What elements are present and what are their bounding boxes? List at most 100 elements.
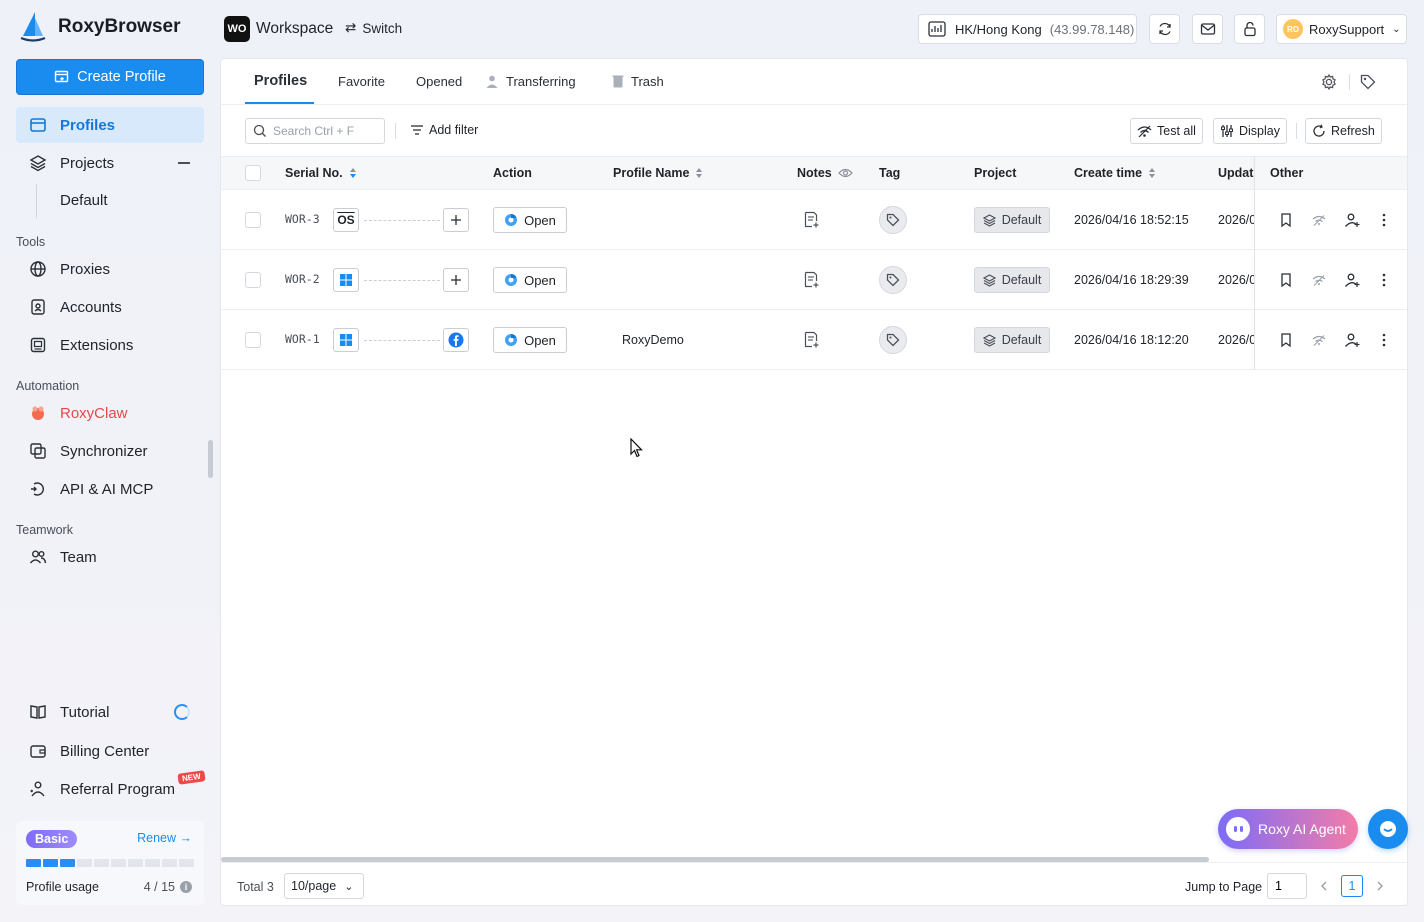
chevron-right-icon[interactable]	[1373, 879, 1387, 893]
search-input[interactable]	[273, 124, 373, 138]
tab-opened[interactable]: Opened	[416, 74, 462, 89]
refresh-button[interactable]: Refresh	[1305, 118, 1382, 144]
sidebar-item-profiles[interactable]: Profiles	[16, 107, 204, 143]
sidebar-item-default-project[interactable]: Default	[60, 192, 108, 209]
sidebar-item-projects[interactable]: Projects	[16, 145, 204, 181]
platform-button[interactable]	[443, 328, 469, 352]
more-vertical-icon[interactable]	[1376, 272, 1392, 288]
sort-icon[interactable]	[695, 167, 703, 179]
roxy-ai-agent-button[interactable]: Roxy AI Agent	[1218, 809, 1358, 849]
sidebar-item-proxies[interactable]: Proxies	[16, 251, 204, 287]
avatar: RO	[1283, 19, 1303, 39]
open-profile-button[interactable]: Open	[493, 207, 567, 233]
sort-icon[interactable]	[349, 167, 357, 179]
user-menu[interactable]: RO RoxySupport ⌄	[1276, 14, 1407, 44]
column-create-time[interactable]: Create time	[1074, 166, 1156, 180]
bookmark-icon[interactable]	[1278, 212, 1294, 228]
sidebar-item-extensions[interactable]: Extensions	[16, 327, 204, 363]
os-indicator[interactable]: OS	[333, 208, 359, 232]
project-badge[interactable]: Default	[974, 267, 1050, 293]
proxy-check-icon[interactable]	[1311, 332, 1327, 348]
platform-button[interactable]	[443, 268, 469, 292]
jump-to-page-label: Jump to Page	[1185, 880, 1263, 894]
assign-user-icon[interactable]	[1344, 272, 1360, 288]
tag-icon[interactable]	[1359, 73, 1377, 91]
display-button[interactable]: Display	[1213, 118, 1287, 144]
proxy-check-icon[interactable]	[1311, 212, 1327, 228]
select-all-checkbox[interactable]	[245, 165, 261, 181]
page-size-select[interactable]: 10/page ⌄	[284, 873, 364, 899]
assign-user-icon[interactable]	[1344, 332, 1360, 348]
add-tag-button[interactable]	[879, 206, 907, 234]
lock-button[interactable]	[1234, 14, 1265, 44]
wallet-icon	[28, 741, 48, 761]
chat-icon	[1380, 821, 1396, 837]
proxy-indicator[interactable]: HK/Hong Kong (43.99.78.148)	[918, 14, 1137, 44]
tab-trash[interactable]: Trash	[611, 74, 664, 89]
sort-icon[interactable]	[1148, 167, 1156, 179]
table-row[interactable]: WOR-3 OS Open Default 2026/04/16 18:52:1…	[221, 190, 1407, 250]
sidebar-item-team[interactable]: Team	[16, 539, 204, 575]
chat-support-button[interactable]	[1368, 809, 1408, 849]
row-checkbox[interactable]	[245, 272, 261, 288]
add-note-icon[interactable]	[803, 271, 819, 289]
sidebar-item-api[interactable]: API & AI MCP	[16, 471, 204, 507]
chevron-left-icon[interactable]	[1317, 879, 1331, 893]
test-all-button[interactable]: Test all	[1130, 118, 1203, 144]
profile-usage-label: Profile usage	[26, 880, 99, 894]
create-profile-button[interactable]: Create Profile	[16, 59, 204, 95]
eye-icon[interactable]	[837, 167, 853, 179]
tab-label: Trash	[631, 74, 664, 89]
table-row[interactable]: WOR-1 Open RoxyDemo Default 2026/04/16 1…	[221, 310, 1407, 370]
sync-button[interactable]	[1149, 14, 1180, 44]
renew-link[interactable]: Renew →	[137, 831, 192, 845]
os-indicator[interactable]	[333, 328, 359, 352]
add-tag-button[interactable]	[879, 266, 907, 294]
tab-transferring[interactable]: Transferring	[485, 74, 576, 89]
proxy-check-icon[interactable]	[1311, 272, 1327, 288]
main-panel: Profiles Favorite Opened Transferring Tr…	[220, 58, 1408, 906]
row-checkbox[interactable]	[245, 332, 261, 348]
sidebar-item-synchronizer[interactable]: Synchronizer	[16, 433, 204, 469]
sidebar-item-label: Team	[60, 548, 97, 566]
add-note-icon[interactable]	[803, 331, 819, 349]
page-number-current[interactable]: 1	[1341, 875, 1363, 897]
platform-button[interactable]	[443, 208, 469, 232]
tab-profiles[interactable]: Profiles	[254, 73, 307, 89]
os-indicator[interactable]	[333, 268, 359, 292]
brand[interactable]: RoxyBrowser	[18, 10, 181, 44]
ai-agent-label: Roxy AI Agent	[1258, 821, 1346, 837]
project-badge[interactable]: Default	[974, 207, 1050, 233]
tab-favorite[interactable]: Favorite	[338, 74, 385, 89]
switch-workspace-button[interactable]: ⇄ Switch	[345, 20, 402, 36]
add-filter-button[interactable]: Add filter	[410, 123, 478, 137]
settings-gear-icon[interactable]	[1320, 73, 1338, 91]
open-profile-button[interactable]: Open	[493, 267, 567, 293]
divider	[36, 184, 37, 218]
more-vertical-icon[interactable]	[1376, 332, 1392, 348]
search-field[interactable]	[245, 118, 385, 144]
row-checkbox[interactable]	[245, 212, 261, 228]
open-profile-button[interactable]: Open	[493, 327, 567, 353]
sidebar-scrollbar[interactable]	[208, 440, 213, 478]
messages-button[interactable]	[1192, 14, 1223, 44]
column-serial[interactable]: Serial No.	[285, 166, 357, 180]
sidebar-item-referral[interactable]: Referral Program	[16, 771, 204, 807]
table-row[interactable]: WOR-2 Open Default 2026/04/16 18:29:39 2…	[221, 250, 1407, 310]
add-note-icon[interactable]	[803, 211, 819, 229]
collapse-projects-icon[interactable]	[178, 162, 190, 164]
info-icon[interactable]: i	[180, 881, 192, 893]
serial-number: WOR-3	[285, 212, 320, 226]
sidebar-item-accounts[interactable]: Accounts	[16, 289, 204, 325]
add-tag-button[interactable]	[879, 326, 907, 354]
project-badge[interactable]: Default	[974, 327, 1050, 353]
bookmark-icon[interactable]	[1278, 272, 1294, 288]
jump-to-page-input[interactable]	[1267, 873, 1307, 899]
assign-user-icon[interactable]	[1344, 212, 1360, 228]
sync-windows-icon	[28, 441, 48, 461]
bookmark-icon[interactable]	[1278, 332, 1294, 348]
more-vertical-icon[interactable]	[1376, 212, 1392, 228]
sidebar-item-billing[interactable]: Billing Center	[16, 733, 204, 769]
sidebar-item-roxyclaw[interactable]: RoxyClaw	[16, 395, 204, 431]
column-profile-name[interactable]: Profile Name	[613, 166, 703, 180]
